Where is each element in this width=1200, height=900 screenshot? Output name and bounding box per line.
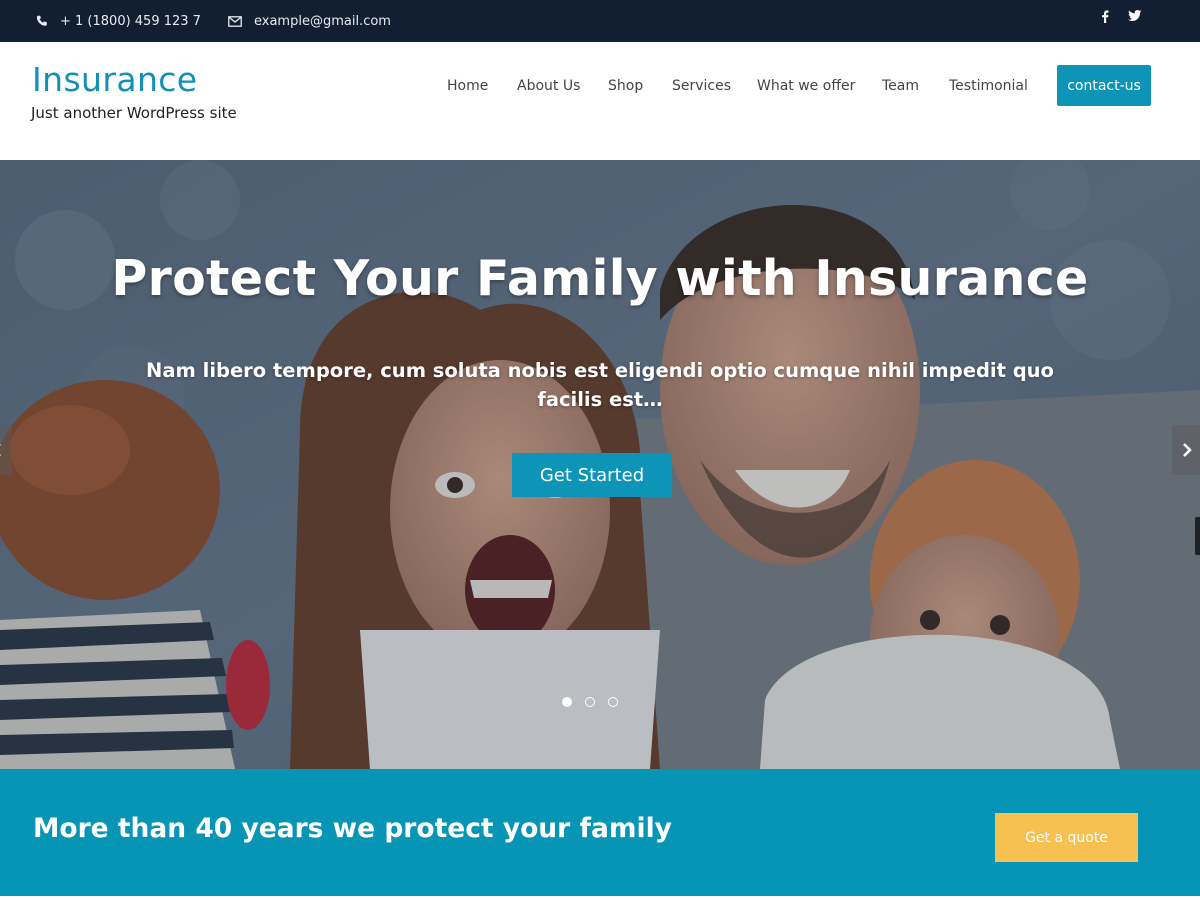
twitter-icon[interactable] <box>1127 8 1143 24</box>
contact-us-button[interactable]: contact-us <box>1057 65 1151 106</box>
facebook-icon[interactable] <box>1097 8 1113 24</box>
side-panel-tab[interactable] <box>1195 517 1200 555</box>
chevron-left-icon <box>0 444 1 456</box>
nav-testimonial[interactable]: Testimonial <box>949 78 1028 94</box>
site-title[interactable]: Insurance <box>32 60 198 99</box>
slider-dot-3[interactable] <box>608 697 618 707</box>
cta-band: More than 40 years we protect your famil… <box>0 769 1200 896</box>
chevron-right-icon <box>1183 443 1192 457</box>
site-header: Insurance Just another WordPress site Ho… <box>0 42 1200 160</box>
slider-prev-button[interactable] <box>0 425 12 475</box>
nav-home[interactable]: Home <box>447 78 488 94</box>
site-tagline: Just another WordPress site <box>31 104 237 122</box>
nav-shop[interactable]: Shop <box>608 78 643 94</box>
envelope-icon <box>228 15 242 27</box>
top-bar: + 1 (1800) 459 123 7 example@gmail.com <box>0 0 1200 42</box>
slider-next-button[interactable] <box>1172 425 1200 475</box>
hero-title: Protect Your Family with Insurance <box>111 250 1089 307</box>
slider-dot-1[interactable] <box>562 697 572 707</box>
nav-about-us[interactable]: About Us <box>517 78 580 94</box>
get-a-quote-button[interactable]: Get a quote <box>995 813 1138 862</box>
phone-number: + 1 (1800) 459 123 7 <box>60 13 201 29</box>
cta-headline: More than 40 years we protect your famil… <box>33 813 672 844</box>
hero-slider: Protect Your Family with Insurance Nam l… <box>0 160 1200 769</box>
get-started-button[interactable]: Get Started <box>512 453 672 497</box>
phone-icon <box>36 15 47 26</box>
slider-dot-2[interactable] <box>585 697 595 707</box>
slider-pagination <box>562 697 631 707</box>
hero-subtitle: Nam libero tempore, cum soluta nobis est… <box>146 359 1054 411</box>
email-address: example@gmail.com <box>254 13 391 29</box>
nav-team[interactable]: Team <box>882 78 919 94</box>
phone-contact[interactable]: + 1 (1800) 459 123 7 <box>36 0 201 42</box>
email-contact[interactable]: example@gmail.com <box>228 0 391 42</box>
nav-what-we-offer[interactable]: What we offer <box>757 78 855 94</box>
nav-services[interactable]: Services <box>672 78 731 94</box>
